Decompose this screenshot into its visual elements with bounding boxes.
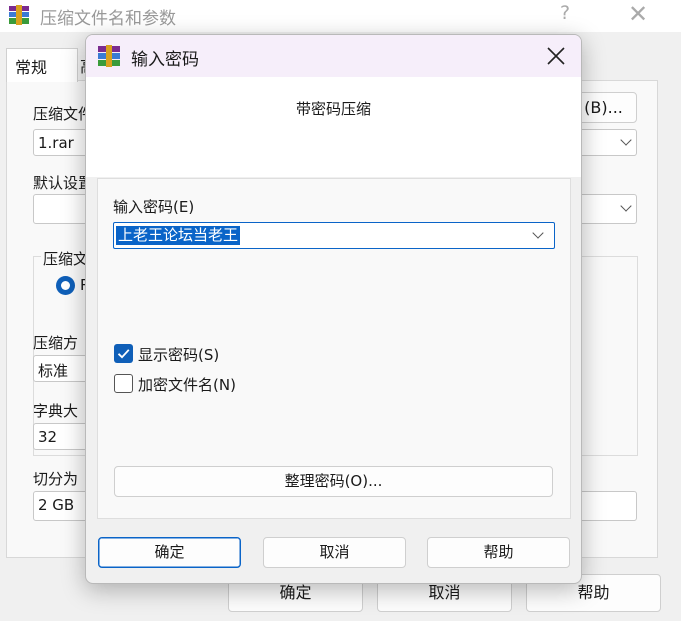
password-combobox[interactable]: 上老王论坛当老王 <box>113 222 555 249</box>
dialog-help-button[interactable]: 帮助 <box>427 537 570 568</box>
method-select[interactable]: 标准 <box>33 355 93 382</box>
dictionary-label: 字典大 <box>33 402 79 420</box>
browse-button-label: (B)... <box>584 98 623 117</box>
tab-general-label: 常规 <box>15 58 48 77</box>
winrar-app-icon <box>98 45 120 67</box>
dialog-header <box>86 77 581 177</box>
password-dialog: 输入密码 带密码压缩 输入密码(E) 上老王论坛当老王 显示密码(S) 加密文件… <box>85 34 582 584</box>
tab-general[interactable]: 常规 <box>6 48 78 82</box>
dialog-subtitle: 带密码压缩 <box>295 100 371 118</box>
dictionary-value: 32 <box>38 428 58 446</box>
close-icon[interactable] <box>544 44 568 68</box>
dialog-ok-button[interactable]: 确定 <box>98 537 241 568</box>
dictionary-select[interactable]: 32 <box>33 423 93 450</box>
parent-cancel-label: 取消 <box>428 583 461 602</box>
archive-name-value: 1.rar <box>38 134 74 152</box>
encrypt-filenames-checkbox[interactable] <box>114 374 133 393</box>
help-icon[interactable]: ? <box>560 2 570 24</box>
parent-window-title: 压缩文件名和参数 <box>40 9 176 29</box>
checkmark-icon <box>117 349 130 359</box>
default-settings-label: 默认设置 <box>33 174 94 192</box>
dialog-ok-label: 确定 <box>154 543 185 561</box>
dialog-title: 输入密码 <box>131 50 199 70</box>
archive-name-label: 压缩文件 <box>33 105 94 123</box>
show-password-label[interactable]: 显示密码(S) <box>138 344 219 365</box>
parent-help-label: 帮助 <box>577 583 610 602</box>
method-label: 压缩方 <box>33 334 79 352</box>
password-value[interactable]: 上老王论坛当老王 <box>116 226 241 245</box>
split-label: 切分为 <box>33 470 79 488</box>
chevron-down-icon[interactable] <box>532 227 544 239</box>
dialog-help-label: 帮助 <box>483 543 514 561</box>
parent-close-icon[interactable]: ✕ <box>628 0 648 28</box>
organize-passwords-label: 整理密码(O)... <box>284 472 383 490</box>
encrypt-filenames-label[interactable]: 加密文件名(N) <box>138 374 236 395</box>
dialog-cancel-button[interactable]: 取消 <box>263 537 406 568</box>
split-value: 2 GB <box>38 496 75 514</box>
show-password-checkbox[interactable] <box>114 344 133 363</box>
method-value: 标准 <box>38 362 69 380</box>
format-radio-rar[interactable] <box>56 276 75 295</box>
dialog-titlebar: 输入密码 <box>86 35 581 77</box>
password-label: 输入密码(E) <box>113 198 195 216</box>
winrar-app-icon <box>9 5 29 25</box>
parent-titlebar: 压缩文件名和参数 ? ✕ <box>0 0 681 32</box>
dialog-cancel-label: 取消 <box>319 543 350 561</box>
format-group-label: 压缩文 <box>41 248 91 269</box>
parent-ok-label: 确定 <box>279 583 312 602</box>
chevron-down-icon <box>620 134 632 146</box>
chevron-down-icon <box>620 200 632 212</box>
organize-passwords-button[interactable]: 整理密码(O)... <box>114 466 553 497</box>
